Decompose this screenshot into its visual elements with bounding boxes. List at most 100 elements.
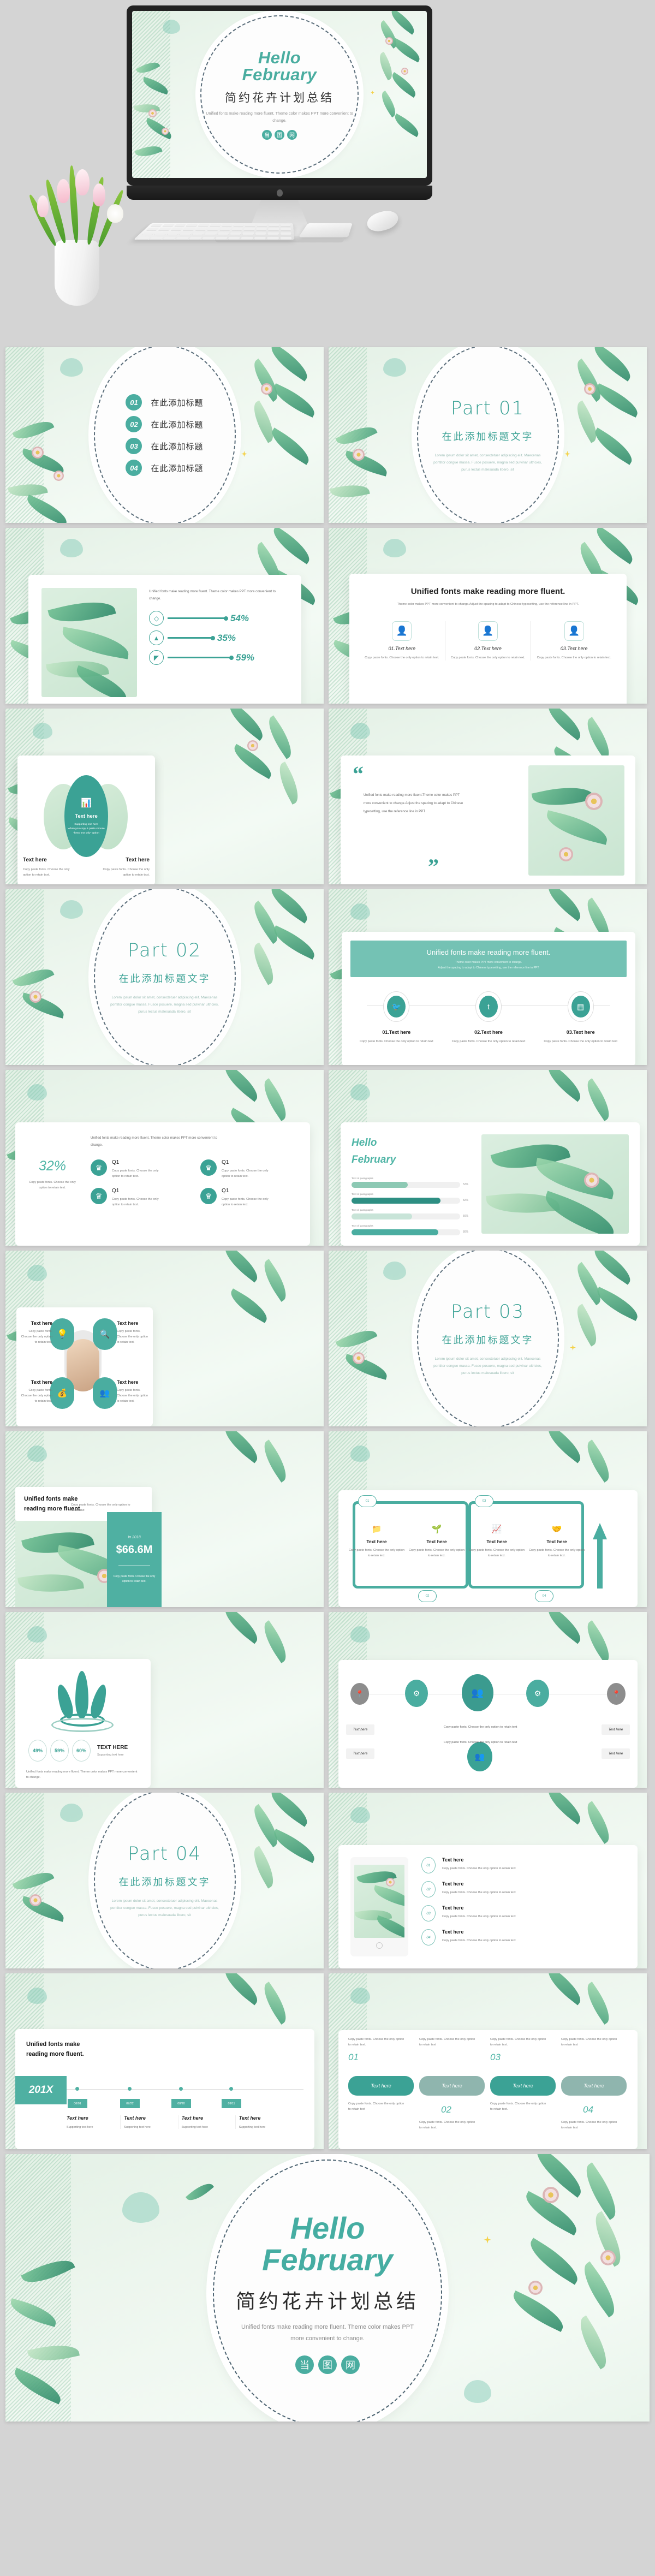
tablet-item[interactable]: 03 Text here Copy paste fonts. Choose th… [421,1905,626,1921]
slide-leaf-logo[interactable]: 49% 59% 60% TEXT HERE Supporting text he… [5,1612,324,1788]
slide-portrait-quadrants[interactable]: 💡 🔍 💰 👥 Text here Copy paste fonts. Choo… [5,1251,324,1426]
card-item[interactable]: 👤 01.Text here Copy paste fonts. Choose … [359,621,445,661]
petal-right-desc: Copy paste fonts. Choose the only option… [103,868,150,877]
tablet-item[interactable]: 04 Text here Copy paste fonts. Choose th… [421,1929,626,1946]
step-item[interactable]: 📈 Text here Copy paste fonts. Choose the… [467,1524,526,1558]
slide-table-of-contents[interactable]: 01 在此添加标题 02 在此添加标题 03 在此添加标题 04 在此添加标题 [5,347,324,523]
social-item[interactable]: ▦ 03.Text here Copy paste fonts. Choose … [534,991,627,1044]
slide-bubbles[interactable]: Copy paste fonts. Choose the only option… [329,1973,647,2149]
timeline-sub: Supporting text here [124,2126,151,2129]
percent-row: ◇ 54% [149,611,288,626]
quadrant-item[interactable]: ♛ Q1 Copy paste fonts. Choose the only o… [91,1159,190,1179]
petal-left-title: Text here [23,857,47,863]
gear-icon: ⚙ [526,1680,549,1707]
timeline-date: 06/01 [68,2099,87,2108]
slide-row: 01 在此添加标题 02 在此添加标题 03 在此添加标题 04 在此添加标题 … [5,347,650,523]
slide-hello-bars[interactable]: Hello February Text of paragraphs 52% Te… [329,1070,647,1246]
hero-title-circle: Hello February 简约花卉计划总结 Unified fonts ma… [200,15,359,174]
slide-social-icons[interactable]: Unified fonts make reading more fluent. … [329,889,647,1065]
toc-item[interactable]: 01 在此添加标题 [126,394,203,411]
slide-three-cards[interactable]: Unified fonts make reading more fluent. … [329,528,647,704]
stat-badge: 60% [72,1740,91,1762]
part-subtitle: 在此添加标题文字 [118,973,211,984]
quadrant-item[interactable]: ♛ Q1 Copy paste fonts. Choose the only o… [200,1159,300,1179]
slide-final-thankyou[interactable]: Hello February 简约花卉计划总结 Unified fonts mak… [5,2154,650,2422]
bar-value: 82% [463,1199,469,1203]
slide-row: 32% Copy paste fonts. Choose the only op… [5,1070,650,1246]
apple-logo-icon [276,189,283,197]
timeline-item[interactable]: Text here Supporting text here [121,2115,178,2129]
hello-title: Hello February [352,1137,396,1166]
twitter-icon: 🐦 [387,996,406,1018]
slide-petal-diagram[interactable]: 📊 Text here Supporting text here When yo… [5,709,324,884]
slide-row: Unified fonts make reading more fluent. … [5,1431,650,1607]
bubble-above: Copy paste fonts. Choose the only option… [561,2038,617,2047]
step-item[interactable]: 📁 Text here Copy paste fonts. Choose the… [347,1524,406,1558]
chart-bars-icon: 📊 [81,799,92,808]
content-card: 01 Text here Copy paste fonts. Choose th… [338,1845,638,1968]
tablet-item[interactable]: 02 Text here Copy paste fonts. Choose th… [421,1881,626,1897]
part-subtitle: 在此添加标题文字 [442,431,534,442]
bubble-group[interactable]: Copy paste fonts. Choose the only option… [490,2038,556,2131]
card-item[interactable]: 👤 03.Text here Copy paste fonts. Choose … [531,621,617,661]
slide-part-01[interactable]: Part 01 在此添加标题文字 Lorem ipsum dolor sit a… [329,347,647,523]
tablet-item[interactable]: 01 Text here Copy paste fonts. Choose th… [421,1857,626,1873]
big-stat-value: 32% [38,1158,67,1174]
slide-timeline[interactable]: Unified fonts make reading more fluent. … [5,1973,324,2149]
toc-number: 01 [126,394,142,411]
final-logo: 当 图 网 [295,2355,360,2374]
slide-money[interactable]: Unified fonts make reading more fluent. … [5,1431,324,1607]
toc-item[interactable]: 03 在此添加标题 [126,438,203,454]
monitor-chin [127,186,432,200]
part-title: Part 02 [127,939,202,961]
money-heading-l1: Unified fonts make [24,1496,78,1502]
content-card: Copy paste fonts. Choose the only option… [338,2030,638,2149]
petal-center-sub1: Supporting text here [74,823,98,826]
slide-snake-process[interactable]: 01 02 03 04 📁 Text here Copy paste fonts… [329,1431,647,1607]
item-title: Text here [31,1379,52,1385]
bubble-group[interactable]: Copy paste fonts. Choose the only option… [561,2038,627,2131]
gear-icon: ⚙ [405,1680,428,1707]
quadrant-desc: Copy paste fonts. Choose the only option… [222,1169,269,1179]
quadrant-item[interactable]: ♛ Q1 Copy paste fonts. Choose the only o… [200,1188,300,1207]
slide-quote[interactable]: “ Unified fonts make reading more fluent… [329,709,647,884]
part-lorem: Lorem ipsum dolor sit amet, consectetuer… [110,1899,219,1917]
people-icon: 👥 [93,1377,117,1409]
toc-item[interactable]: 04 在此添加标题 [126,460,203,476]
step-number: 04 [535,1590,553,1602]
quadrant-item[interactable]: ♛ Q1 Copy paste fonts. Choose the only o… [91,1188,190,1207]
slide-32-percent[interactable]: 32% Copy paste fonts. Choose the only op… [5,1070,324,1246]
social-item[interactable]: 🐦 01.Text here Copy paste fonts. Choose … [350,991,443,1044]
chart-icon: 📈 [491,1525,502,1534]
bubble-below: Copy paste fonts. Choose the only option… [490,2102,546,2111]
card-title: 02.Text here [474,646,502,652]
slide-part-04[interactable]: Part 04 在此添加标题文字 Lorem ipsum dolor sit a… [5,1793,324,1968]
search-icon: 🔍 [93,1318,117,1350]
slide-tablet-list[interactable]: 01 Text here Copy paste fonts. Choose th… [329,1793,647,1968]
timeline-item[interactable]: Text here Supporting text here [178,2115,236,2129]
cards-heading: Unified fonts make reading more fluent. [410,587,565,596]
stat-badge: 49% [28,1740,47,1762]
social-item[interactable]: t 02.Text here Copy paste fonts. Choose … [443,991,535,1044]
step-item[interactable]: 🤝 Text here Copy paste fonts. Choose the… [527,1524,586,1558]
slide-part-03[interactable]: Part 03 在此添加标题文字 Lorem ipsum dolor sit a… [329,1251,647,1426]
card-item[interactable]: 👤 02.Text here Copy paste fonts. Choose … [445,621,532,661]
bar-value: 52% [463,1183,469,1187]
content-card: “ Unified fonts make reading more fluent… [341,755,635,884]
network-label: Text here [602,1724,630,1735]
network-label: Text here [346,1724,374,1735]
bubble-group[interactable]: Copy paste fonts. Choose the only option… [348,2038,414,2131]
slide-percentages[interactable]: Unified fonts make reading more fluent. … [5,528,324,704]
social-title: 01.Text here [382,1030,411,1035]
timeline-item[interactable]: Text here Supporting text here [63,2115,121,2129]
slide-network-diagram[interactable]: 📍 ⚙ 👥 ⚙ 📍 👥 Text here Text here Text her… [329,1612,647,1788]
timeline-date: 07/22 [120,2099,140,2108]
step-item[interactable]: 🌱 Text here Copy paste fonts. Choose the… [407,1524,466,1558]
content-card: 49% 59% 60% TEXT HERE Supporting text he… [15,1659,151,1788]
slide-part-02[interactable]: Part 02 在此添加标题文字 Lorem ipsum dolor sit a… [5,889,324,1065]
toc-item[interactable]: 02 在此添加标题 [126,416,203,432]
user-screen-icon: 👤 [478,621,498,641]
timeline-item[interactable]: Text here Supporting text here [236,2115,293,2129]
bubble-group[interactable]: Copy paste fonts. Choose the only option… [419,2038,485,2131]
quadrant-label: Q1 [222,1159,229,1166]
